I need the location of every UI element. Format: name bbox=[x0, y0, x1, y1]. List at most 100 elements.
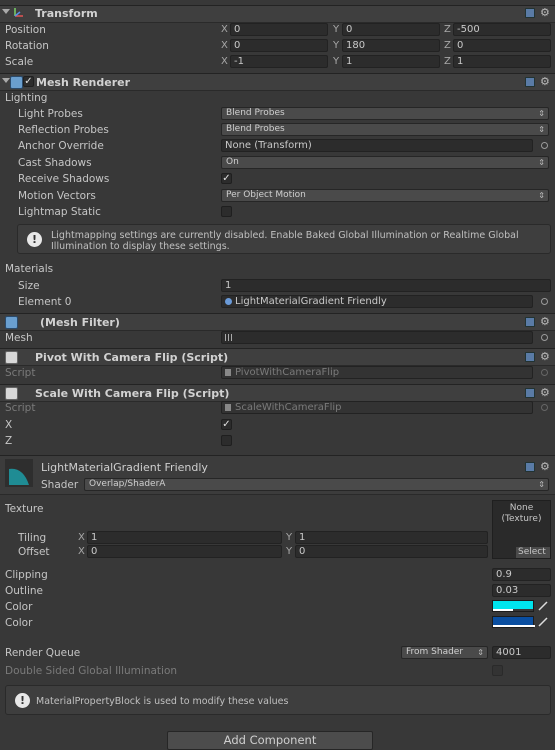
outline-label: Outline bbox=[5, 585, 43, 597]
foldout-arrow-icon[interactable] bbox=[2, 78, 10, 83]
position-x-field[interactable]: 0 bbox=[230, 23, 328, 36]
info-icon: ! bbox=[27, 232, 42, 247]
light-probes-label: Light Probes bbox=[18, 108, 83, 120]
scale-script-value: ScaleWithCameraFlip bbox=[235, 402, 342, 413]
offset-x-axis[interactable]: X bbox=[78, 546, 85, 557]
pivot-script-value: PivotWithCameraFlip bbox=[235, 367, 340, 378]
eyedropper-icon[interactable] bbox=[537, 600, 549, 612]
clipping-field[interactable]: 0.9 bbox=[492, 568, 551, 581]
script-file-icon bbox=[225, 369, 231, 376]
gear-icon[interactable]: ⚙ bbox=[540, 386, 550, 399]
object-picker-icon[interactable] bbox=[541, 298, 548, 305]
offset-x-field[interactable]: 0 bbox=[87, 545, 282, 558]
rotation-x-axis[interactable]: X bbox=[221, 40, 228, 51]
anchor-override-field[interactable]: None (Transform) bbox=[221, 139, 533, 152]
position-x-axis[interactable]: X bbox=[221, 24, 228, 35]
scale-z-field[interactable]: 1 bbox=[453, 55, 551, 68]
gear-icon[interactable]: ⚙ bbox=[540, 460, 550, 473]
position-z-axis[interactable]: Z bbox=[444, 24, 451, 35]
mesh-renderer-enabled-checkbox[interactable]: ✓ bbox=[23, 76, 34, 87]
material-sphere-icon bbox=[225, 298, 232, 305]
add-component-button[interactable]: Add Component bbox=[167, 731, 373, 750]
help-icon[interactable] bbox=[525, 352, 535, 362]
motion-vectors-dropdown[interactable]: Per Object Motion ⇕ bbox=[221, 189, 549, 202]
object-picker-icon[interactable] bbox=[541, 334, 548, 341]
info-icon: ! bbox=[15, 693, 30, 708]
scale-x-flag-checkbox[interactable]: ✓ bbox=[221, 419, 232, 430]
rotation-y-axis[interactable]: Y bbox=[333, 40, 339, 51]
scale-label: Scale bbox=[5, 56, 34, 68]
help-icon[interactable] bbox=[525, 462, 535, 472]
info-line-2: Illumination to display these settings. bbox=[51, 241, 230, 252]
outline-field[interactable]: 0.03 bbox=[492, 584, 551, 597]
help-icon[interactable] bbox=[525, 317, 535, 327]
eyedropper-icon[interactable] bbox=[537, 616, 549, 628]
material-info-box: ! MaterialPropertyBlock is used to modif… bbox=[5, 685, 551, 715]
object-picker-icon[interactable] bbox=[541, 142, 548, 149]
scale-x-flag-label: X bbox=[5, 419, 13, 431]
scale-y-field[interactable]: 1 bbox=[342, 55, 440, 68]
shader-label: Shader bbox=[41, 479, 79, 491]
pivot-script-field: PivotWithCameraFlip bbox=[221, 366, 533, 379]
element0-field[interactable]: LightMaterialGradient Friendly bbox=[221, 295, 533, 308]
info-line-1: Lightmapping settings are currently disa… bbox=[51, 230, 519, 241]
position-z-field[interactable]: -500 bbox=[453, 23, 551, 36]
scale-x-axis[interactable]: X bbox=[221, 56, 228, 67]
position-y-axis[interactable]: Y bbox=[333, 24, 339, 35]
render-queue-dropdown[interactable]: From Shader ⇕ bbox=[401, 646, 488, 659]
offset-label: Offset bbox=[18, 546, 50, 558]
reflection-probes-dropdown[interactable]: Blend Probes ⇕ bbox=[221, 123, 549, 136]
foldout-arrow-icon[interactable] bbox=[2, 9, 10, 14]
rotation-z-field[interactable]: 0 bbox=[453, 39, 551, 52]
texture-label: Texture bbox=[5, 503, 44, 515]
scale-z-axis[interactable]: Z bbox=[444, 56, 451, 67]
materials-size-label: Size bbox=[18, 280, 40, 292]
motion-vectors-label: Motion Vectors bbox=[18, 190, 96, 202]
render-queue-label: Render Queue bbox=[5, 647, 81, 659]
color2-swatch[interactable] bbox=[492, 616, 535, 628]
help-icon[interactable] bbox=[525, 8, 535, 18]
element0-label: Element 0 bbox=[18, 296, 72, 308]
script-icon bbox=[5, 387, 18, 400]
shader-dropdown[interactable]: Overlap/ShaderA ⇕ bbox=[84, 478, 549, 491]
scale-z-flag-label: Z bbox=[5, 435, 13, 447]
help-icon[interactable] bbox=[525, 77, 535, 87]
dropdown-arrow-icon: ⇕ bbox=[538, 480, 545, 489]
texture-none-label: None bbox=[509, 503, 534, 513]
offset-y-field[interactable]: 0 bbox=[295, 545, 488, 558]
tiling-y-field[interactable]: 1 bbox=[295, 531, 488, 544]
color1-swatch[interactable] bbox=[492, 600, 534, 612]
color2-label: Color bbox=[5, 617, 33, 629]
scale-z-flag-checkbox[interactable] bbox=[221, 435, 232, 446]
rotation-z-axis[interactable]: Z bbox=[444, 40, 451, 51]
dropdown-arrow-icon: ⇕ bbox=[538, 191, 545, 200]
pivot-script-title: Pivot With Camera Flip (Script) bbox=[35, 351, 229, 364]
gear-icon[interactable]: ⚙ bbox=[540, 315, 550, 328]
offset-y-axis[interactable]: Y bbox=[286, 546, 292, 557]
mesh-field[interactable] bbox=[221, 331, 533, 344]
gear-icon[interactable]: ⚙ bbox=[540, 75, 550, 88]
lightmap-static-checkbox[interactable] bbox=[221, 206, 232, 217]
rotation-y-field[interactable]: 180 bbox=[342, 39, 440, 52]
mesh-filter-title: (Mesh Filter) bbox=[40, 316, 120, 329]
material-name: LightMaterialGradient Friendly bbox=[41, 461, 208, 474]
scale-script-field: ScaleWithCameraFlip bbox=[221, 401, 533, 414]
reflection-probes-value: Blend Probes bbox=[226, 124, 285, 134]
light-probes-dropdown[interactable]: Blend Probes ⇕ bbox=[221, 107, 549, 120]
anchor-override-label: Anchor Override bbox=[18, 140, 104, 152]
help-icon[interactable] bbox=[525, 388, 535, 398]
gear-icon[interactable]: ⚙ bbox=[540, 6, 550, 19]
rotation-x-field[interactable]: 0 bbox=[230, 39, 328, 52]
materials-size-field[interactable]: 1 bbox=[221, 279, 551, 292]
mesh-renderer-title: Mesh Renderer bbox=[36, 76, 131, 89]
tiling-x-axis[interactable]: X bbox=[78, 532, 85, 543]
gear-icon[interactable]: ⚙ bbox=[540, 350, 550, 363]
scale-y-axis[interactable]: Y bbox=[333, 56, 339, 67]
render-queue-field[interactable]: 4001 bbox=[492, 646, 551, 659]
receive-shadows-checkbox[interactable]: ✓ bbox=[221, 173, 232, 184]
position-y-field[interactable]: 0 bbox=[342, 23, 440, 36]
tiling-y-axis[interactable]: Y bbox=[286, 532, 292, 543]
tiling-x-field[interactable]: 1 bbox=[87, 531, 282, 544]
scale-x-field[interactable]: -1 bbox=[230, 55, 328, 68]
cast-shadows-dropdown[interactable]: On ⇕ bbox=[221, 156, 549, 169]
